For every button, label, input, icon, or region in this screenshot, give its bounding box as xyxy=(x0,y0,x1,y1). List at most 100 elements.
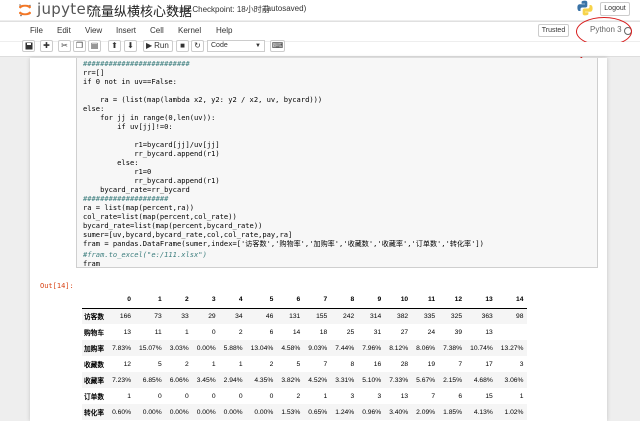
step-forward-icon: ▶ xyxy=(146,41,153,50)
code-line: #################### xyxy=(83,194,169,203)
cell-type-value: Code xyxy=(211,42,228,49)
table-cell: 0.00% xyxy=(196,408,216,416)
code-line: r1=0 xyxy=(83,167,152,176)
last-checkpoint: Last Checkpoint: 18小时前 xyxy=(175,5,270,14)
table-cell: 0.65% xyxy=(308,408,328,416)
code-line: ra = (list(map(lambda x2, y2: y2 / x2, u… xyxy=(83,95,323,104)
table-cell: 2 xyxy=(269,360,274,368)
table-cell: 28 xyxy=(400,360,409,368)
column-header: 10 xyxy=(385,292,413,309)
logout-button[interactable]: Logout xyxy=(600,2,630,16)
table-body: 访客数 166 73 33 29 34 46 131 155 242 314 382 335 325 363… xyxy=(82,308,528,420)
table-cell: 3 xyxy=(377,392,382,400)
table-cell: 4.68% xyxy=(473,376,493,384)
table-cell: 1 xyxy=(127,392,132,400)
arrow-up-icon: ⬆ xyxy=(111,41,118,50)
cut-button[interactable]: ✂ xyxy=(58,40,71,52)
column-header: 13 xyxy=(466,292,497,309)
table-cell: 1.24% xyxy=(335,408,355,416)
move-up-button[interactable]: ⬆ xyxy=(108,40,121,52)
table-cell: 335 xyxy=(423,312,436,320)
table-row: 购物车 13 11 1 0 2 6 14 18 25 31 27 24 39 13 xyxy=(82,324,527,340)
row-label: 访客数 xyxy=(84,314,105,322)
code-line: bycard_rate=list(map(percent,bycard_rate… xyxy=(83,221,263,230)
column-header xyxy=(82,292,109,309)
copy-icon: ❐ xyxy=(75,41,84,50)
code-cell[interactable]: ######################### rr=[] if 0 not… xyxy=(40,58,600,268)
table-cell: 15 xyxy=(485,392,493,400)
table-cell: 7 xyxy=(323,360,328,368)
table-cell: 12 xyxy=(123,360,132,368)
table-cell: 29 xyxy=(208,312,216,320)
code-line: rr_bycard.append(r1) xyxy=(83,149,220,158)
restart-icon: ↻ xyxy=(194,41,201,50)
code-editor[interactable]: ######################### rr=[] if 0 not… xyxy=(76,58,598,268)
menu-edit[interactable]: Edit xyxy=(57,26,71,35)
table-cell: 2.15% xyxy=(443,376,463,384)
table-cell: 2.09% xyxy=(416,408,436,416)
menu-cell[interactable]: Cell xyxy=(150,26,164,35)
table-cell: 11 xyxy=(154,328,162,336)
cell-type-select[interactable]: Code ▼ xyxy=(207,40,265,52)
move-down-button[interactable]: ⬇ xyxy=(124,40,137,52)
column-header: 1 xyxy=(135,292,166,309)
code-line: sumer=[uv,bycard,bycard_rate,col,col_rat… xyxy=(83,230,293,239)
autosave-status: (autosaved) xyxy=(264,4,307,13)
table-cell: 6.06% xyxy=(169,376,189,384)
table-cell: 3.31% xyxy=(335,376,355,384)
restart-button[interactable]: ↻ xyxy=(191,40,204,52)
save-button[interactable] xyxy=(22,40,35,52)
copy-button[interactable]: ❐ xyxy=(73,40,86,52)
column-header: 12 xyxy=(439,292,467,309)
table-cell: 1 xyxy=(211,360,216,368)
table-cell: 242 xyxy=(343,312,355,320)
table-cell: 24 xyxy=(427,328,436,336)
code-line: fram = pandas.DataFrame(sumer,index=['访客… xyxy=(83,239,484,248)
table-cell: 25 xyxy=(346,328,355,336)
menu-view[interactable]: View xyxy=(85,26,102,35)
table-cell: 382 xyxy=(396,312,409,320)
table-cell: 2 xyxy=(296,392,301,400)
table-cell: 0.96% xyxy=(362,408,382,416)
code-line: ra = list(map(percent,ra)) xyxy=(83,203,195,212)
column-header: 8 xyxy=(331,292,359,309)
table-cell: 46 xyxy=(265,312,274,320)
table-cell: 1 xyxy=(323,392,328,400)
floppy-disk-icon xyxy=(25,42,32,50)
jupyter-logo-icon[interactable] xyxy=(18,3,32,17)
insert-cell-button[interactable]: ✚ xyxy=(40,40,53,52)
table-cell: 7.83% xyxy=(112,344,132,352)
paste-button[interactable]: ▤ xyxy=(88,40,101,52)
table-cell: 6.85% xyxy=(142,376,162,384)
table-cell: 4.58% xyxy=(281,344,301,352)
row-label: 收藏率 xyxy=(84,378,105,385)
table-header-row: 0 1 2 3 4 5 6 7 8 9 10 11 12 13 14 xyxy=(82,292,528,309)
menu-help[interactable]: Help xyxy=(216,26,232,35)
command-palette-button[interactable]: ⌨ xyxy=(270,40,285,52)
table-cell: 3.40% xyxy=(389,408,409,416)
trusted-badge[interactable]: Trusted xyxy=(538,24,569,37)
table-cell: 6 xyxy=(269,328,274,336)
run-button[interactable]: ▶ Run xyxy=(143,40,173,52)
column-header: 7 xyxy=(304,292,332,309)
column-header: 2 xyxy=(165,292,193,309)
code-line: else: xyxy=(83,158,139,167)
table-cell: 166 xyxy=(119,312,132,320)
menu-kernel[interactable]: Kernel xyxy=(178,26,201,35)
table-cell: 7 xyxy=(458,360,463,368)
jupyter-logo-text[interactable]: jupyter xyxy=(37,0,92,18)
interrupt-button[interactable]: ■ xyxy=(176,40,189,52)
table-cell: 0.00% xyxy=(223,408,243,416)
table-cell: 13.27% xyxy=(500,344,524,352)
table-cell: 39 xyxy=(454,328,463,336)
arrow-down-icon: ⬇ xyxy=(127,41,134,50)
table-cell: 0.00% xyxy=(169,408,189,416)
menu-file[interactable]: File xyxy=(30,26,43,35)
table-cell: 3 xyxy=(519,360,524,368)
table-cell: 34 xyxy=(235,312,243,320)
menu-insert[interactable]: Insert xyxy=(116,26,136,35)
notebook-container: ######################### rr=[] if 0 not… xyxy=(30,58,607,421)
table-cell: 1.02% xyxy=(504,408,524,416)
code-line: else: xyxy=(83,104,105,113)
table-cell: 3.45% xyxy=(196,376,216,384)
